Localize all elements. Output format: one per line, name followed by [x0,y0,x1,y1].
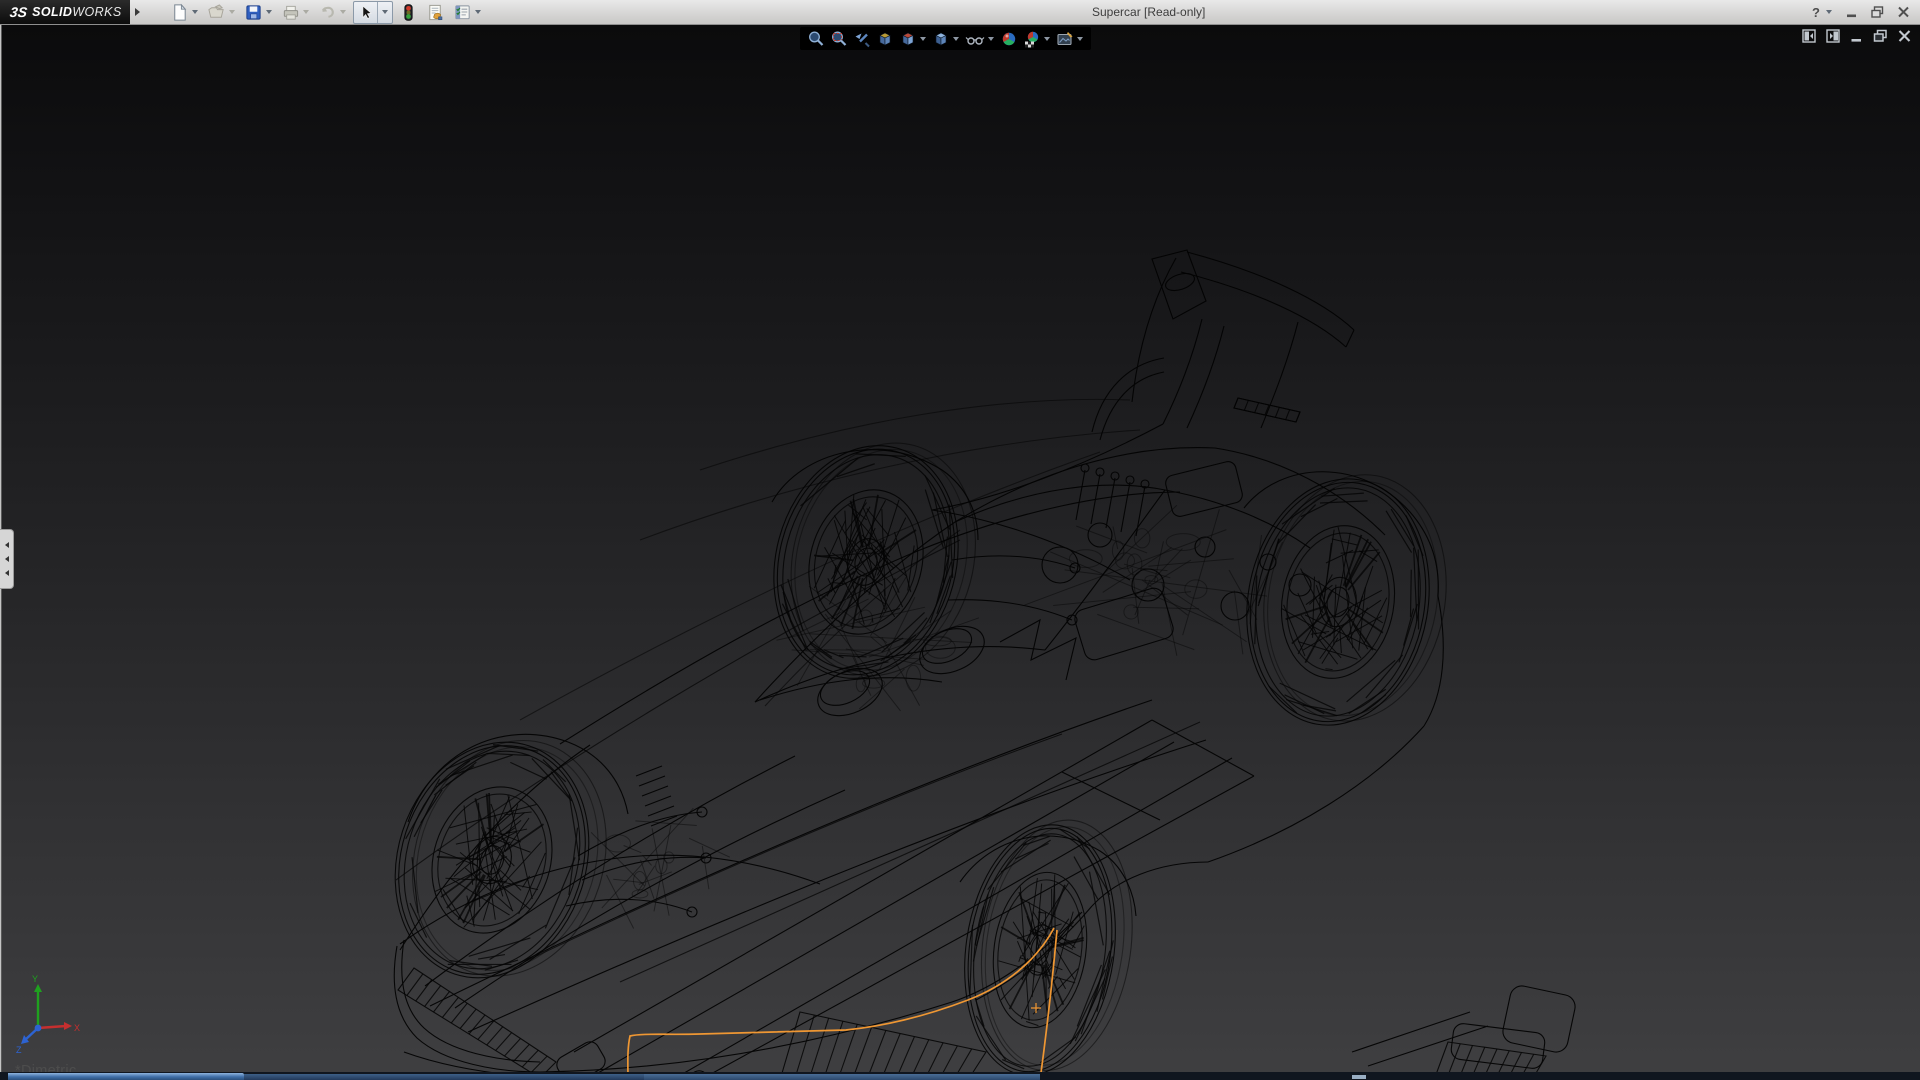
display-style-icon [932,30,950,48]
zoom-to-area-icon [830,30,848,48]
undo-button[interactable] [316,3,349,22]
selected-splitter-sketch [628,928,1057,1080]
new-document-icon [170,3,189,22]
triad-y-label: Y [32,974,38,984]
save-button[interactable] [242,3,275,22]
view-orientation-icon [899,30,917,48]
view-settings-icon [1056,30,1074,48]
rebuild-traffic-light-icon [399,3,418,22]
print-dropdown-arrow[interactable] [303,10,309,14]
edit-appearance-icon [1000,30,1018,48]
car-wireframe [366,250,1578,1080]
logo-solid: SOLID [32,5,72,19]
logo-3s-glyph: 3S [9,4,28,20]
wheel-front-right [949,808,1147,1080]
wheel-front-left [366,710,636,1008]
close-button[interactable] [1897,6,1910,18]
options-button[interactable] [451,3,484,22]
previous-view-button[interactable] [853,30,871,48]
menu-flyout-arrow[interactable] [130,0,145,24]
feature-tree-reveal-tab[interactable] [0,529,14,589]
solidworks-logo: 3S SOLIDWORKS [0,0,130,24]
window-title: Supercar [Read-only] [1092,5,1205,19]
view-settings-dropdown-arrow[interactable] [1077,37,1083,41]
apply-scene-icon [1023,30,1041,48]
taskbar-segment [8,1073,244,1080]
display-style-dropdown-arrow[interactable] [953,37,959,41]
taskbar-segment [1040,1075,1920,1080]
edit-appearance-button[interactable] [1000,30,1018,48]
restore-button[interactable] [1871,6,1884,18]
heads-up-view-toolbar [800,27,1091,50]
logo-works: WORKS [72,5,121,19]
new-dropdown-arrow[interactable] [192,10,198,14]
pane-toggle-right-icon[interactable] [1826,29,1841,43]
pane-toggle-left-icon[interactable] [1802,29,1817,43]
taskbar-glint [1352,1075,1366,1079]
apply-scene-dropdown-arrow[interactable] [1044,37,1050,41]
model-wireframe-scene[interactable]: Y X Z [0,25,1920,1080]
sketch-point-marker [1031,1003,1041,1013]
zoom-to-area-button[interactable] [830,30,848,48]
reveal-arrow-icon [5,542,9,548]
print-icon [281,3,300,22]
file-properties-icon [426,3,445,22]
section-view-button[interactable] [876,30,894,48]
new-document-button[interactable] [168,3,201,22]
triad-x-label: X [74,1023,80,1033]
save-dropdown-arrow[interactable] [266,10,272,14]
file-properties-button[interactable] [424,3,447,22]
minimize-button[interactable] [1846,6,1858,18]
standard-toolbar [168,0,484,24]
select-cursor-icon [357,4,374,21]
open-button[interactable] [205,3,238,22]
document-window-controls [1802,29,1912,43]
solidworks-window: 3S SOLIDWORKS [0,0,1920,1080]
triad-z-label: Z [16,1045,22,1055]
reveal-arrow-icon [5,570,9,576]
rebuild-button[interactable] [397,3,420,22]
hide-show-items-button[interactable] [965,30,995,48]
view-orientation-button[interactable] [899,30,927,48]
select-tool-button[interactable] [353,1,393,24]
engine-detail [1025,505,1283,655]
orientation-triad[interactable]: Y X Z [16,974,80,1055]
view-orientation-dropdown-arrow[interactable] [920,37,926,41]
deck-louver-hatch [1234,398,1300,422]
save-floppy-icon [244,3,263,22]
options-icon [453,3,472,22]
title-bar[interactable]: 3S SOLIDWORKS [0,0,1920,25]
print-button[interactable] [279,3,312,22]
view-settings-button[interactable] [1056,30,1084,48]
front-suspension-detail [591,808,730,928]
graphics-viewport[interactable]: Y X Z [0,25,1920,1080]
select-dropdown-arrow[interactable] [377,2,392,23]
apply-scene-button[interactable] [1023,30,1051,48]
taskbar-segment [244,1074,644,1080]
document-minimize-button[interactable] [1850,29,1864,43]
undo-icon [318,3,337,22]
options-dropdown-arrow[interactable] [475,10,481,14]
zoom-to-fit-button[interactable] [807,30,825,48]
wheel-rear-right [1228,457,1465,742]
taskbar-edge [0,1072,1920,1080]
display-style-button[interactable] [932,30,960,48]
document-close-button[interactable] [1897,29,1912,43]
taskbar-segment [644,1074,1040,1080]
document-restore-button[interactable] [1873,29,1888,43]
titlebar-window-buttons: ? [1812,0,1910,24]
help-dropdown-arrow[interactable] [1826,10,1832,14]
zoom-to-fit-icon [807,30,825,48]
hide-show-dropdown-arrow[interactable] [988,37,994,41]
hide-show-items-icon [965,30,985,48]
open-folder-icon [207,3,226,22]
help-button[interactable]: ? [1812,5,1820,20]
undo-dropdown-arrow[interactable] [340,10,346,14]
previous-view-icon [853,30,871,48]
section-view-icon [876,30,894,48]
flyout-arrow-icon [135,8,140,16]
cockpit-detail [776,577,979,711]
reveal-arrow-icon [5,556,9,562]
open-dropdown-arrow[interactable] [229,10,235,14]
